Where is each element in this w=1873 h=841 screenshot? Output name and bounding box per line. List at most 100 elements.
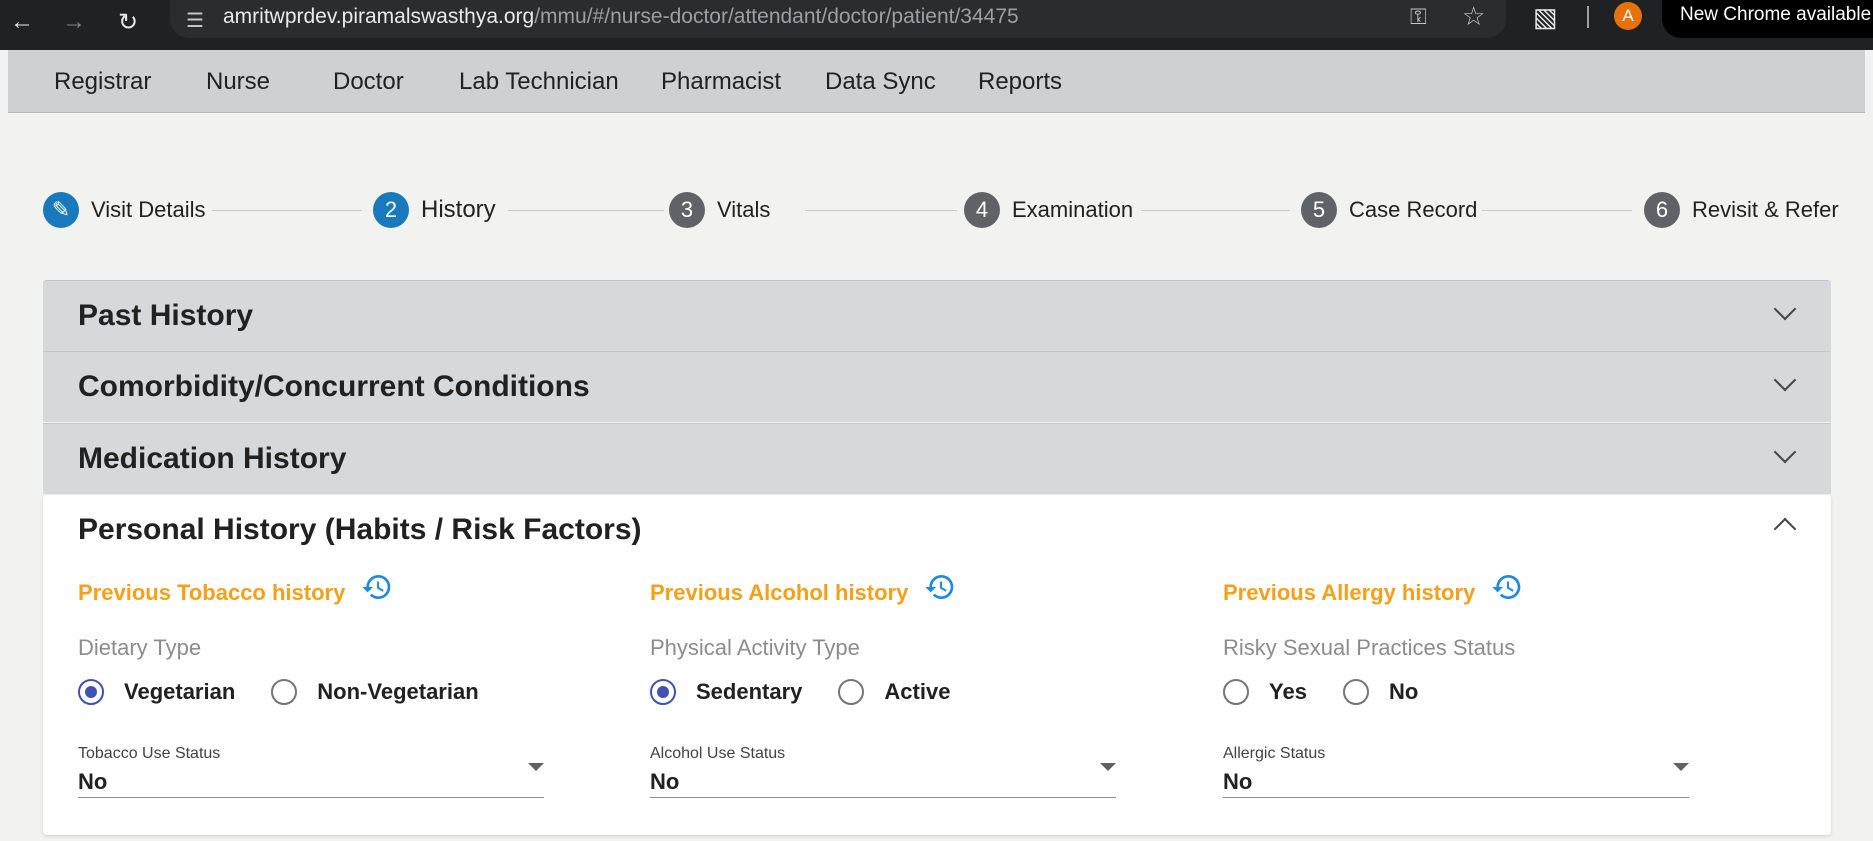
nav-doctor[interactable]: Doctor: [333, 68, 404, 96]
link-label: Previous Alcohol history: [650, 580, 909, 605]
panel-title: Comorbidity/Concurrent Conditions: [78, 370, 590, 403]
dietary-type-label: Dietary Type: [78, 635, 202, 660]
history-icon[interactable]: [924, 571, 956, 603]
history-icon[interactable]: [1491, 571, 1523, 603]
key-icon[interactable]: ⚿: [1410, 4, 1427, 30]
previous-tobacco-history-link[interactable]: Previous Tobacco history: [78, 575, 393, 609]
address-bar[interactable]: ☰ amritwprdev.piramalswasthya.org/mmu/#/…: [170, 0, 1506, 38]
forward-arrow-icon[interactable]: →: [58, 6, 90, 38]
nav-pharmacist[interactable]: Pharmacist: [661, 68, 781, 96]
toolbar-divider: [1587, 6, 1589, 28]
radio-label: Yes: [1269, 679, 1307, 704]
url-path: /mmu/#/nurse-doctor/attendant/doctor/pat…: [534, 5, 1019, 28]
step-label: Case Record: [1349, 197, 1478, 222]
url-text[interactable]: amritwprdev.piramalswasthya.org/mmu/#/nu…: [223, 5, 1019, 29]
chevron-down-icon[interactable]: [1773, 297, 1797, 321]
role-nav-bar: Registrar Nurse Doctor Lab Technician Ph…: [8, 50, 1865, 113]
risky-sexual-practices-radio-group: Yes No: [1223, 675, 1454, 709]
bookmark-star-icon[interactable]: ☆: [1462, 1, 1485, 32]
radio-label: Vegetarian: [124, 679, 236, 704]
site-settings-icon[interactable]: ☰: [186, 8, 204, 33]
radio-button-checked[interactable]: [650, 679, 676, 705]
step-case-record[interactable]: 5 Case Record: [1301, 192, 1477, 228]
allergic-status-select[interactable]: Allergic Status No: [1223, 745, 1689, 798]
nav-lab-technician[interactable]: Lab Technician: [459, 68, 619, 96]
step-visit-details[interactable]: ✎ Visit Details: [43, 192, 206, 228]
link-label: Previous Tobacco history: [78, 580, 346, 605]
stepper-connector: [508, 210, 664, 211]
medication-history-panel[interactable]: Medication History: [43, 423, 1831, 494]
nav-nurse[interactable]: Nurse: [206, 68, 270, 96]
step-revisit-refer[interactable]: 6 Revisit & Refer: [1644, 192, 1839, 228]
nav-reports[interactable]: Reports: [978, 68, 1062, 96]
radio-button[interactable]: [271, 679, 298, 705]
step-number: 5: [1301, 192, 1337, 228]
alcohol-use-status-select[interactable]: Alcohol Use Status No: [650, 745, 1116, 798]
radio-yes[interactable]: Yes: [1223, 679, 1307, 705]
dropdown-arrow-icon[interactable]: [1100, 763, 1116, 771]
dropdown-arrow-icon[interactable]: [1673, 763, 1689, 771]
stepper-connector: [805, 210, 957, 211]
dropdown-arrow-icon[interactable]: [528, 763, 544, 771]
physical-activity-radio-group: Sedentary Active: [650, 675, 986, 709]
radio-active[interactable]: Active: [838, 679, 950, 705]
radio-button-checked[interactable]: [78, 679, 104, 705]
step-number: 6: [1644, 192, 1680, 228]
reload-icon[interactable]: ↻: [112, 6, 144, 38]
comorbidity-panel[interactable]: Comorbidity/Concurrent Conditions: [43, 351, 1831, 422]
physical-activity-type-label: Physical Activity Type: [650, 635, 860, 660]
stepper-connector: [212, 210, 362, 211]
step-label: Visit Details: [91, 197, 206, 222]
radio-sedentary[interactable]: Sedentary: [650, 679, 802, 705]
stepper-connector: [1482, 210, 1632, 211]
personal-history-panel: Personal History (Habits / Risk Factors)…: [43, 495, 1831, 835]
panel-title[interactable]: Personal History (Habits / Risk Factors): [78, 513, 642, 547]
profile-avatar[interactable]: A: [1614, 2, 1642, 30]
url-host: amritwprdev.piramalswasthya.org: [223, 5, 535, 28]
step-number: 4: [964, 192, 1000, 228]
radio-button[interactable]: [838, 679, 865, 705]
panel-title: Medication History: [78, 442, 347, 475]
nav-registrar[interactable]: Registrar: [54, 68, 151, 96]
radio-label: Sedentary: [696, 679, 803, 704]
step-label: History: [421, 196, 496, 223]
nav-data-sync[interactable]: Data Sync: [825, 68, 936, 96]
previous-allergy-history-link[interactable]: Previous Allergy history: [1223, 575, 1523, 609]
past-history-panel[interactable]: Past History: [43, 280, 1831, 351]
radio-non-vegetarian[interactable]: Non-Vegetarian: [271, 679, 479, 705]
chevron-down-icon[interactable]: [1773, 368, 1797, 392]
chevron-up-icon[interactable]: [1773, 517, 1797, 541]
chevron-down-icon[interactable]: [1773, 440, 1797, 464]
radio-vegetarian[interactable]: Vegetarian: [78, 679, 235, 705]
radio-label: No: [1388, 679, 1419, 704]
chrome-update-button[interactable]: New Chrome available: [1662, 0, 1873, 38]
tobacco-use-status-select[interactable]: Tobacco Use Status No: [78, 745, 544, 798]
select-label: Alcohol Use Status: [650, 745, 786, 762]
select-label: Tobacco Use Status: [78, 745, 221, 762]
allergy-column: Previous Allergy history Risky Sexual Pr…: [1223, 575, 1723, 817]
select-label: Allergic Status: [1223, 745, 1326, 762]
radio-no[interactable]: No: [1342, 679, 1419, 705]
panel-title: Past History: [78, 299, 254, 332]
radio-label: Active: [884, 679, 951, 704]
radio-button[interactable]: [1342, 679, 1369, 705]
radio-label: Non-Vegetarian: [317, 679, 479, 704]
extensions-puzzle-icon[interactable]: ▧: [1533, 2, 1558, 33]
select-value: No: [1223, 769, 1253, 794]
risky-sexual-practices-label: Risky Sexual Practices Status: [1223, 635, 1516, 660]
previous-alcohol-history-link[interactable]: Previous Alcohol history: [650, 575, 956, 609]
stepper-connector: [1141, 210, 1290, 211]
link-label: Previous Allergy history: [1223, 580, 1476, 605]
step-examination[interactable]: 4 Examination: [964, 192, 1133, 228]
step-label: Examination: [1012, 197, 1134, 222]
history-icon[interactable]: [361, 571, 393, 603]
radio-button[interactable]: [1223, 679, 1249, 705]
step-label: Revisit & Refer: [1692, 197, 1839, 222]
browser-toolbar: ← → ↻ ☰ amritwprdev.piramalswasthya.org/…: [0, 0, 1873, 50]
select-value: No: [650, 769, 680, 794]
step-number: 2: [373, 192, 409, 228]
step-history[interactable]: 2 History: [373, 192, 496, 228]
back-arrow-icon[interactable]: ←: [6, 6, 38, 38]
alcohol-column: Previous Alcohol history Physical Activi…: [650, 575, 1150, 817]
step-vitals[interactable]: 3 Vitals: [669, 192, 770, 228]
